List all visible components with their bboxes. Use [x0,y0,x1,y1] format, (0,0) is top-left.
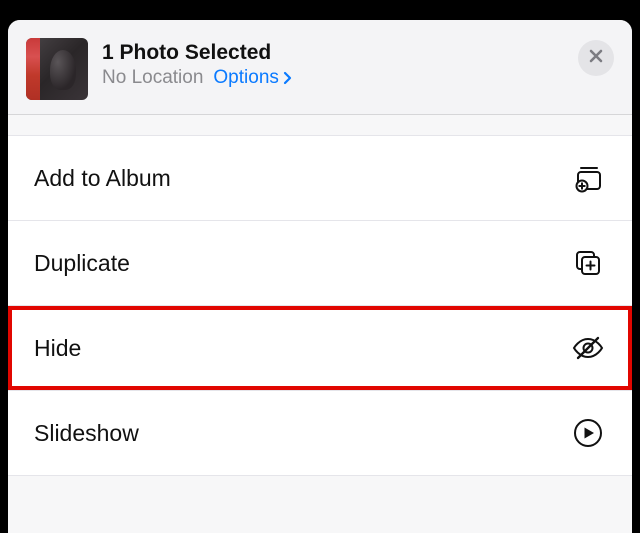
sheet-title: 1 Photo Selected [102,40,578,65]
slideshow-item[interactable]: Slideshow [8,391,632,476]
location-text: No Location [102,67,203,89]
photo-thumbnail[interactable] [26,38,88,100]
close-button[interactable] [578,40,614,76]
sheet-header: 1 Photo Selected No Location Options [8,20,632,115]
share-sheet: 1 Photo Selected No Location Options Add… [8,20,632,533]
hide-item[interactable]: Hide [8,306,632,391]
duplicate-icon [570,245,606,281]
action-label: Add to Album [34,165,171,192]
action-label: Hide [34,335,81,362]
hide-icon [570,330,606,366]
play-icon [570,415,606,451]
options-label: Options [213,67,278,89]
header-text-group: 1 Photo Selected No Location Options [102,38,578,89]
close-icon [588,48,604,69]
add-to-album-item[interactable]: Add to Album [8,136,632,221]
action-list: Add to Album Duplicate [8,135,632,476]
options-link[interactable]: Options [213,67,292,89]
chevron-right-icon [283,71,293,85]
action-label: Slideshow [34,420,139,447]
subtitle-row: No Location Options [102,67,578,89]
action-label: Duplicate [34,250,130,277]
duplicate-item[interactable]: Duplicate [8,221,632,306]
add-to-album-icon [570,160,606,196]
